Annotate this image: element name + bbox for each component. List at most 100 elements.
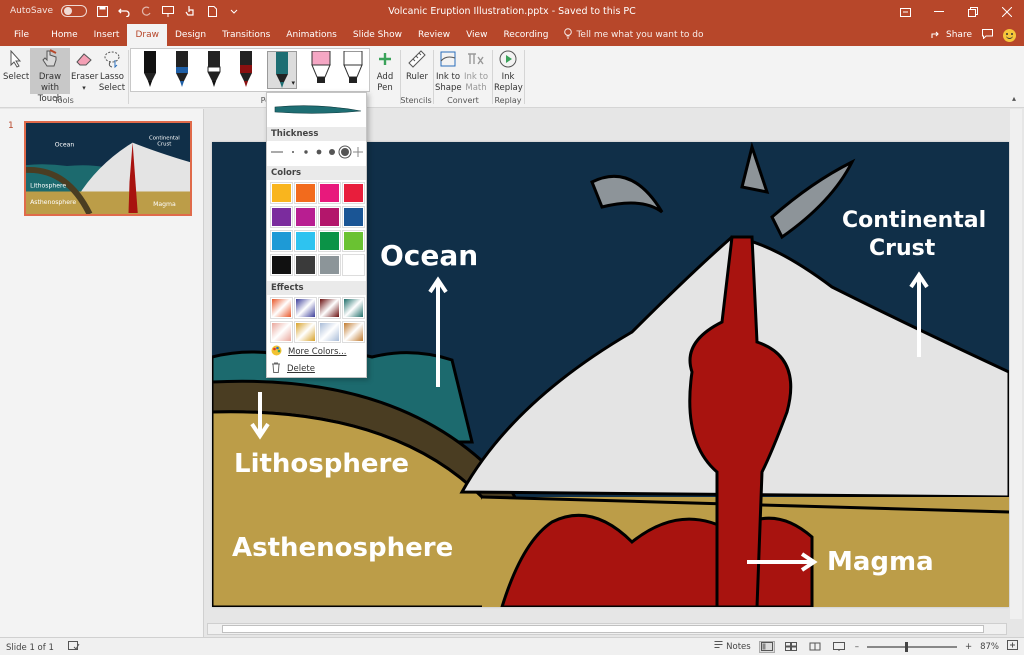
color-swatch[interactable] [294,230,317,252]
effect-swatch[interactable] [294,297,317,319]
draw-with-touch-button[interactable]: Draw with Touch [30,48,70,104]
color-swatch[interactable] [270,206,293,228]
eraser-button[interactable]: Eraser ▾ [71,48,98,94]
add-plus-icon [374,48,396,70]
feedback-smiley-icon[interactable] [1003,28,1016,42]
color-swatch[interactable] [294,206,317,228]
add-pen-label-2: Pen [377,83,393,93]
tab-insert[interactable]: Insert [86,24,128,46]
ink-replay-button[interactable]: Ink Replay [494,48,523,94]
color-swatch[interactable] [270,230,293,252]
normal-view-icon[interactable] [758,640,775,653]
color-swatch[interactable] [318,254,341,276]
effect-swatch[interactable] [342,297,365,319]
color-swatch[interactable] [342,254,365,276]
color-swatch[interactable] [318,230,341,252]
restore-icon[interactable] [956,0,990,24]
slide-sorter-icon[interactable] [783,641,799,653]
vertical-scrollbar[interactable] [1010,109,1022,619]
zoom-level[interactable]: 87% [980,642,999,652]
color-swatch[interactable] [294,254,317,276]
color-swatch[interactable] [294,182,317,204]
minimize-icon[interactable] [922,0,956,24]
pen-dark-red[interactable] [235,51,257,89]
tab-design[interactable]: Design [167,24,214,46]
svg-text:Continental: Continental [149,136,180,142]
color-swatch[interactable] [318,206,341,228]
effect-swatch[interactable] [270,321,293,343]
tab-draw[interactable]: Draw [127,24,167,46]
pencil-black[interactable] [339,50,367,89]
zoom-slider[interactable] [866,641,957,652]
tab-recording[interactable]: Recording [495,24,556,46]
label-magma: Magma [827,547,934,577]
tab-review[interactable]: Review [410,24,458,46]
effect-swatch[interactable] [342,321,365,343]
pen-black-2[interactable] [203,51,225,89]
label-crust: Crust [869,236,936,261]
share-label: Share [946,30,972,40]
effect-swatch[interactable] [318,297,341,319]
color-swatch[interactable] [342,182,365,204]
window-controls [888,0,1024,24]
spelling-check-icon[interactable] [67,641,80,654]
reading-view-icon[interactable] [807,641,823,653]
tab-animations[interactable]: Animations [278,24,345,46]
effect-swatch[interactable] [294,321,317,343]
share-button[interactable]: Share [931,29,972,42]
svg-text:Lithosphere: Lithosphere [30,183,66,190]
collapse-ribbon-icon[interactable]: ▴ [1012,94,1016,103]
tab-home[interactable]: Home [43,24,86,46]
ribbon-display-options-icon[interactable] [888,0,922,24]
slideshow-view-icon[interactable] [831,641,847,653]
pen-teal-selected[interactable]: ▾ [267,51,297,89]
close-icon[interactable] [990,0,1024,24]
add-pen-button[interactable]: Add Pen [371,48,399,94]
tab-file[interactable]: File [0,24,43,46]
zoom-in-icon[interactable]: + [965,642,972,652]
fit-to-window-icon[interactable] [1007,640,1018,653]
color-swatch[interactable] [342,206,365,228]
new-file-icon[interactable] [205,4,219,18]
autosave-toggle[interactable] [61,5,87,17]
touch-mode-icon[interactable] [183,4,197,18]
lasso-select-button[interactable]: Lasso Select [98,48,126,94]
ink-to-math-button[interactable]: Ink to Math [462,48,490,94]
highlighter-pink[interactable] [307,50,335,89]
color-swatch[interactable] [270,254,293,276]
ribbon-separator [128,50,129,104]
ruler-button[interactable]: Ruler [403,48,431,83]
present-icon[interactable] [161,4,175,18]
eraser-dropdown-icon[interactable]: ▾ [71,83,97,94]
comments-icon[interactable] [982,28,993,42]
color-swatch[interactable] [342,230,365,252]
pen-blue[interactable] [171,51,193,89]
svg-text:Ocean: Ocean [55,142,75,149]
delete-pen-item[interactable]: Delete [271,362,315,376]
select-button[interactable]: Select [3,48,29,83]
horizontal-scrollbar[interactable] [207,623,1007,635]
save-icon[interactable] [95,4,109,18]
color-swatch[interactable] [318,182,341,204]
customize-qat-icon[interactable] [227,4,241,18]
pen-options-chevron-icon[interactable]: ▾ [291,79,295,87]
ink-to-shape-button[interactable]: Ink to Shape [435,48,462,94]
notes-button[interactable]: Notes [714,641,751,652]
palette-icon [271,345,282,359]
more-colors-item[interactable]: More Colors... [271,345,347,359]
stencils-group-label: Stencils [400,96,432,105]
tab-view[interactable]: View [458,24,495,46]
color-swatch[interactable] [270,182,293,204]
slide-thumbnail[interactable]: Ocean Continental Crust Lithosphere Asth… [24,121,192,216]
redo-icon[interactable] [139,4,153,18]
pen-black-1[interactable] [139,51,161,89]
tab-slide-show[interactable]: Slide Show [345,24,410,46]
tell-me-search[interactable]: Tell me what you want to do [556,24,703,46]
colors-header: Colors [267,166,366,180]
undo-icon[interactable] [117,4,131,18]
quick-access-toolbar: AutoSave [10,4,241,18]
effect-swatch[interactable] [270,297,293,319]
zoom-out-icon[interactable]: – [855,642,859,652]
tab-transitions[interactable]: Transitions [214,24,278,46]
effect-swatch[interactable] [318,321,341,343]
